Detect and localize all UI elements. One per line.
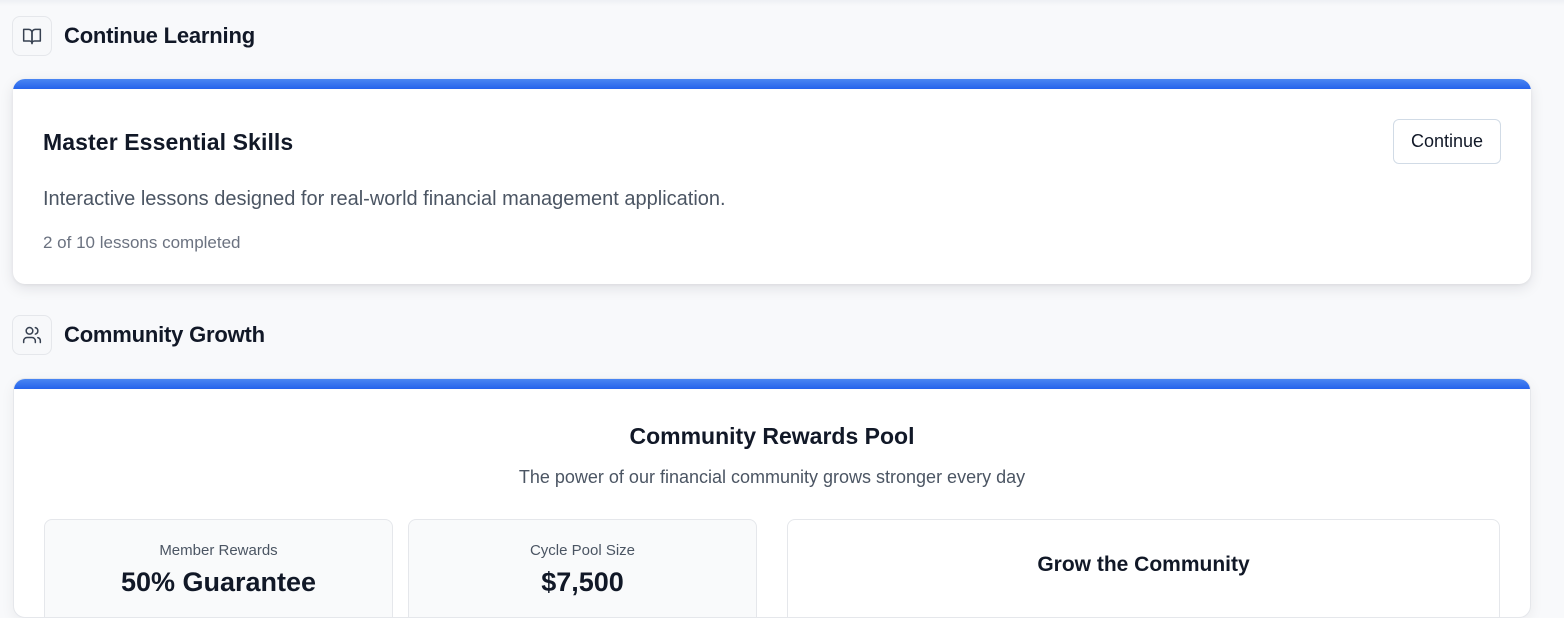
community-growth-header: Community Growth bbox=[12, 315, 265, 355]
pool-title: Community Rewards Pool bbox=[629, 423, 915, 449]
stat-label: Member Rewards bbox=[159, 542, 278, 559]
stat-card-member-rewards: Member Rewards 50% Guarantee bbox=[44, 519, 393, 617]
stat-value: 50% Guarantee bbox=[120, 567, 317, 597]
stat-card-cycle-pool-size: Cycle Pool Size $7,500 bbox=[408, 519, 757, 617]
top-shadow bbox=[0, 0, 1564, 6]
book-open-icon bbox=[12, 16, 52, 56]
card-accent-bar bbox=[13, 79, 1531, 89]
stat-label: Cycle Pool Size bbox=[529, 542, 636, 559]
users-icon bbox=[12, 315, 52, 355]
card-accent-bar bbox=[14, 379, 1530, 389]
course-title: Master Essential Skills bbox=[43, 129, 294, 155]
section-title: Community Growth bbox=[64, 322, 265, 347]
continue-learning-header: Continue Learning bbox=[12, 16, 255, 56]
course-card: Master Essential Skills Interactive less… bbox=[13, 79, 1531, 284]
stat-value: $7,500 bbox=[541, 567, 624, 597]
grow-community-title: Grow the Community bbox=[1037, 553, 1250, 576]
community-rewards-card: Community Rewards Pool The power of our … bbox=[13, 378, 1531, 618]
section-title: Continue Learning bbox=[64, 23, 255, 48]
pool-subtitle: The power of our financial community gro… bbox=[518, 467, 1026, 487]
course-description: Interactive lessons designed for real-wo… bbox=[43, 188, 726, 210]
continue-button[interactable]: Continue bbox=[1393, 119, 1501, 164]
grow-community-panel: Grow the Community bbox=[787, 519, 1500, 617]
course-progress-text: 2 of 10 lessons completed bbox=[43, 233, 241, 252]
